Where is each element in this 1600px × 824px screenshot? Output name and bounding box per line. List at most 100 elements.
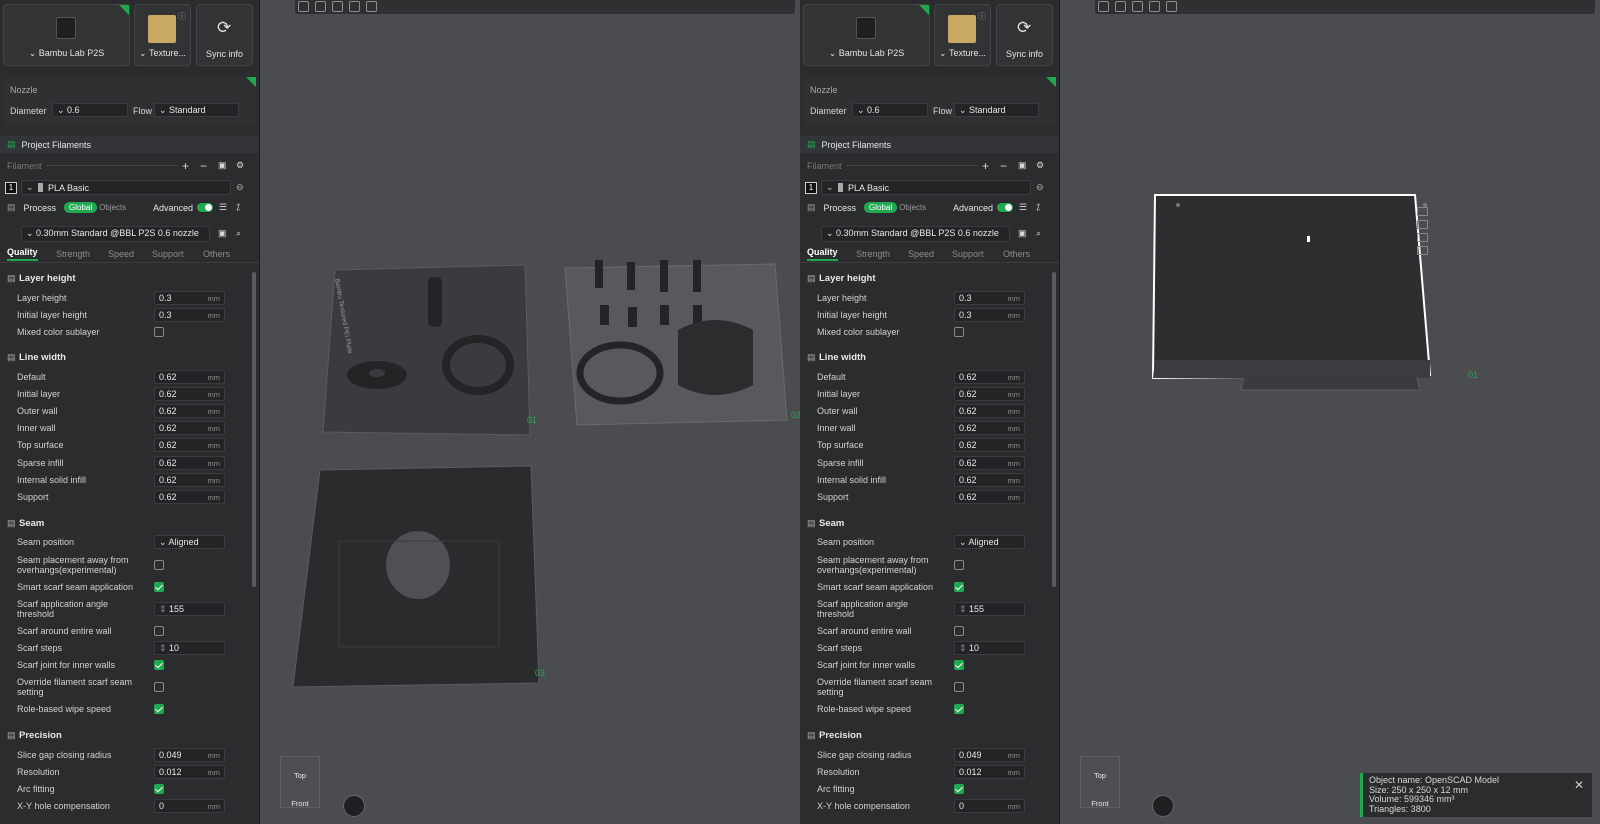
wipe-speed-checkbox[interactable] xyxy=(954,703,964,714)
tab-others[interactable]: Others xyxy=(1003,249,1030,259)
add-icon[interactable]: + xyxy=(182,159,189,173)
seam-away-checkbox[interactable] xyxy=(154,559,164,570)
layer-height-input[interactable]: 0.3 mm xyxy=(954,290,1025,305)
line-width-input[interactable]: 0.62 mm xyxy=(954,403,1025,418)
override-scarf-checkbox[interactable] xyxy=(154,681,164,692)
remove-circle-icon[interactable]: ⊖ xyxy=(1036,182,1044,193)
mixed-color-checkbox[interactable] xyxy=(954,326,964,337)
remove-icon[interactable]: − xyxy=(1000,159,1007,173)
sync-info-button[interactable]: ⟳ Sync info xyxy=(996,4,1053,66)
objects-toggle[interactable]: Objects xyxy=(99,203,126,212)
diameter-select[interactable]: ⌄ 0.6 xyxy=(52,103,128,117)
line-width-input[interactable]: 0.62 mm xyxy=(154,403,225,418)
seam-position-select[interactable]: ⌄ Aligned xyxy=(154,534,225,549)
sync-filament-icon[interactable]: ▣ xyxy=(1018,160,1027,171)
search-icon[interactable]: ⌕ xyxy=(236,228,241,239)
scarf-inner-checkbox[interactable] xyxy=(954,659,964,670)
compare-icon[interactable]: ⁒ xyxy=(1036,202,1040,213)
mixed-color-checkbox[interactable] xyxy=(154,326,164,337)
close-icon[interactable] xyxy=(1417,207,1428,216)
plate-selector[interactable]: ⓘ ⌄ Texture... xyxy=(934,4,991,66)
gap-radius-input[interactable]: 0.049 mm xyxy=(154,747,225,762)
xy-hole-input[interactable]: 0 mm xyxy=(154,798,225,813)
filament-item[interactable]: 1 ⌄ PLA Basic ⊖ xyxy=(0,179,259,196)
tab-support[interactable]: Support xyxy=(952,249,984,259)
model-tube[interactable] xyxy=(678,320,753,395)
arc-fitting-checkbox[interactable] xyxy=(954,783,964,794)
sync-info-button[interactable]: ⟳ Sync info xyxy=(196,4,253,66)
wipe-speed-checkbox[interactable] xyxy=(154,703,164,714)
tab-speed[interactable]: Speed xyxy=(908,249,934,259)
line-width-input[interactable]: 0.62 mm xyxy=(154,386,225,401)
gear-icon[interactable]: ⚙ xyxy=(236,160,244,171)
line-width-input[interactable]: 0.62 mm xyxy=(954,386,1025,401)
tab-quality[interactable]: Quality xyxy=(807,247,838,261)
global-toggle[interactable]: Global xyxy=(64,202,98,213)
seam-position-select[interactable]: ⌄ Aligned xyxy=(954,534,1025,549)
grid-icon[interactable] xyxy=(1417,233,1428,242)
tab-strength[interactable]: Strength xyxy=(56,249,90,259)
plate-02[interactable] xyxy=(564,263,788,426)
resolution-input[interactable]: 0.012 mm xyxy=(954,764,1025,779)
arc-fitting-checkbox[interactable] xyxy=(154,783,164,794)
scarf-steps-stepper[interactable]: ⇕ 10 xyxy=(954,640,1025,655)
line-width-input[interactable]: 0.62 mm xyxy=(954,421,1025,436)
remove-circle-icon[interactable]: ⊖ xyxy=(236,182,244,193)
smart-scarf-checkbox[interactable] xyxy=(954,581,964,592)
sync-filament-icon[interactable]: ▣ xyxy=(218,160,227,171)
line-width-input[interactable]: 0.62 mm xyxy=(954,455,1025,470)
line-width-input[interactable]: 0.62 mm xyxy=(154,369,225,384)
left-viewport[interactable]: Bambu Textured PEI Plate 01 02 03 Top Fr… xyxy=(265,0,800,824)
line-width-input[interactable]: 0.62 mm xyxy=(154,472,225,487)
scarf-angle-stepper[interactable]: ⇕ 155 xyxy=(954,601,1025,616)
initial-layer-height-input[interactable]: 0.3 mm xyxy=(954,307,1025,322)
printer-selector[interactable]: ⌄ Bambu Lab P2S xyxy=(3,4,130,66)
remove-icon[interactable]: − xyxy=(200,159,207,173)
gap-radius-input[interactable]: 0.049 mm xyxy=(954,747,1025,762)
list-icon[interactable]: ☰ xyxy=(1019,202,1027,213)
line-width-input[interactable]: 0.62 mm xyxy=(154,455,225,470)
scarf-around-checkbox[interactable] xyxy=(154,625,164,636)
advanced-switch[interactable] xyxy=(997,203,1013,212)
flow-select[interactable]: ⌄ Standard xyxy=(154,103,239,117)
camera-icon[interactable] xyxy=(1152,795,1174,817)
line-width-input[interactable]: 0.62 mm xyxy=(154,421,225,436)
scarf-steps-stepper[interactable]: ⇕ 10 xyxy=(154,640,225,655)
info-icon[interactable]: ⓘ xyxy=(178,11,186,22)
scarf-angle-stepper[interactable]: ⇕ 155 xyxy=(154,601,225,616)
tab-speed[interactable]: Speed xyxy=(108,249,134,259)
plate-selector[interactable]: ⓘ ⌄ Texture... xyxy=(134,4,191,66)
tab-quality[interactable]: Quality xyxy=(7,247,38,261)
info-icon[interactable]: ⓘ xyxy=(978,11,986,22)
diameter-select[interactable]: ⌄ 0.6 xyxy=(852,103,928,117)
resolution-input[interactable]: 0.012 mm xyxy=(154,764,225,779)
model-cylinder[interactable] xyxy=(428,277,442,327)
add-icon[interactable]: + xyxy=(982,159,989,173)
initial-layer-height-input[interactable]: 0.3 mm xyxy=(154,307,225,322)
seam-away-checkbox[interactable] xyxy=(954,559,964,570)
line-width-input[interactable]: 0.62 mm xyxy=(954,472,1025,487)
nav-cube[interactable]: Top Front xyxy=(280,756,320,808)
objects-toggle[interactable]: Objects xyxy=(899,203,926,212)
xy-hole-input[interactable]: 0 mm xyxy=(954,798,1025,813)
layer-height-input[interactable]: 0.3 mm xyxy=(154,290,225,305)
nav-cube[interactable]: Top Front xyxy=(1080,756,1120,808)
line-width-input[interactable]: 0.62 mm xyxy=(954,438,1025,453)
model-plate[interactable] xyxy=(1151,194,1432,380)
line-width-input[interactable]: 0.62 mm xyxy=(154,489,225,504)
global-toggle[interactable]: Global xyxy=(864,202,898,213)
printer-selector[interactable]: ⌄ Bambu Lab P2S xyxy=(803,4,930,66)
scarf-inner-checkbox[interactable] xyxy=(154,659,164,670)
override-scarf-checkbox[interactable] xyxy=(954,681,964,692)
search-icon[interactable]: ⌕ xyxy=(1036,228,1041,239)
lock-icon[interactable] xyxy=(1417,246,1428,255)
right-viewport[interactable]: 01 Top Front Object name: OpenSCAD Model… xyxy=(1065,0,1600,824)
smart-scarf-checkbox[interactable] xyxy=(154,581,164,592)
line-width-input[interactable]: 0.62 mm xyxy=(154,438,225,453)
process-preset-select[interactable]: ⌄ 0.30mm Standard @BBL P2S 0.6 nozzle xyxy=(21,225,210,242)
flow-select[interactable]: ⌄ Standard xyxy=(954,103,1039,117)
tab-strength[interactable]: Strength xyxy=(856,249,890,259)
camera-icon[interactable] xyxy=(343,795,365,817)
save-icon[interactable]: ▣ xyxy=(218,228,227,239)
tab-others[interactable]: Others xyxy=(203,249,230,259)
